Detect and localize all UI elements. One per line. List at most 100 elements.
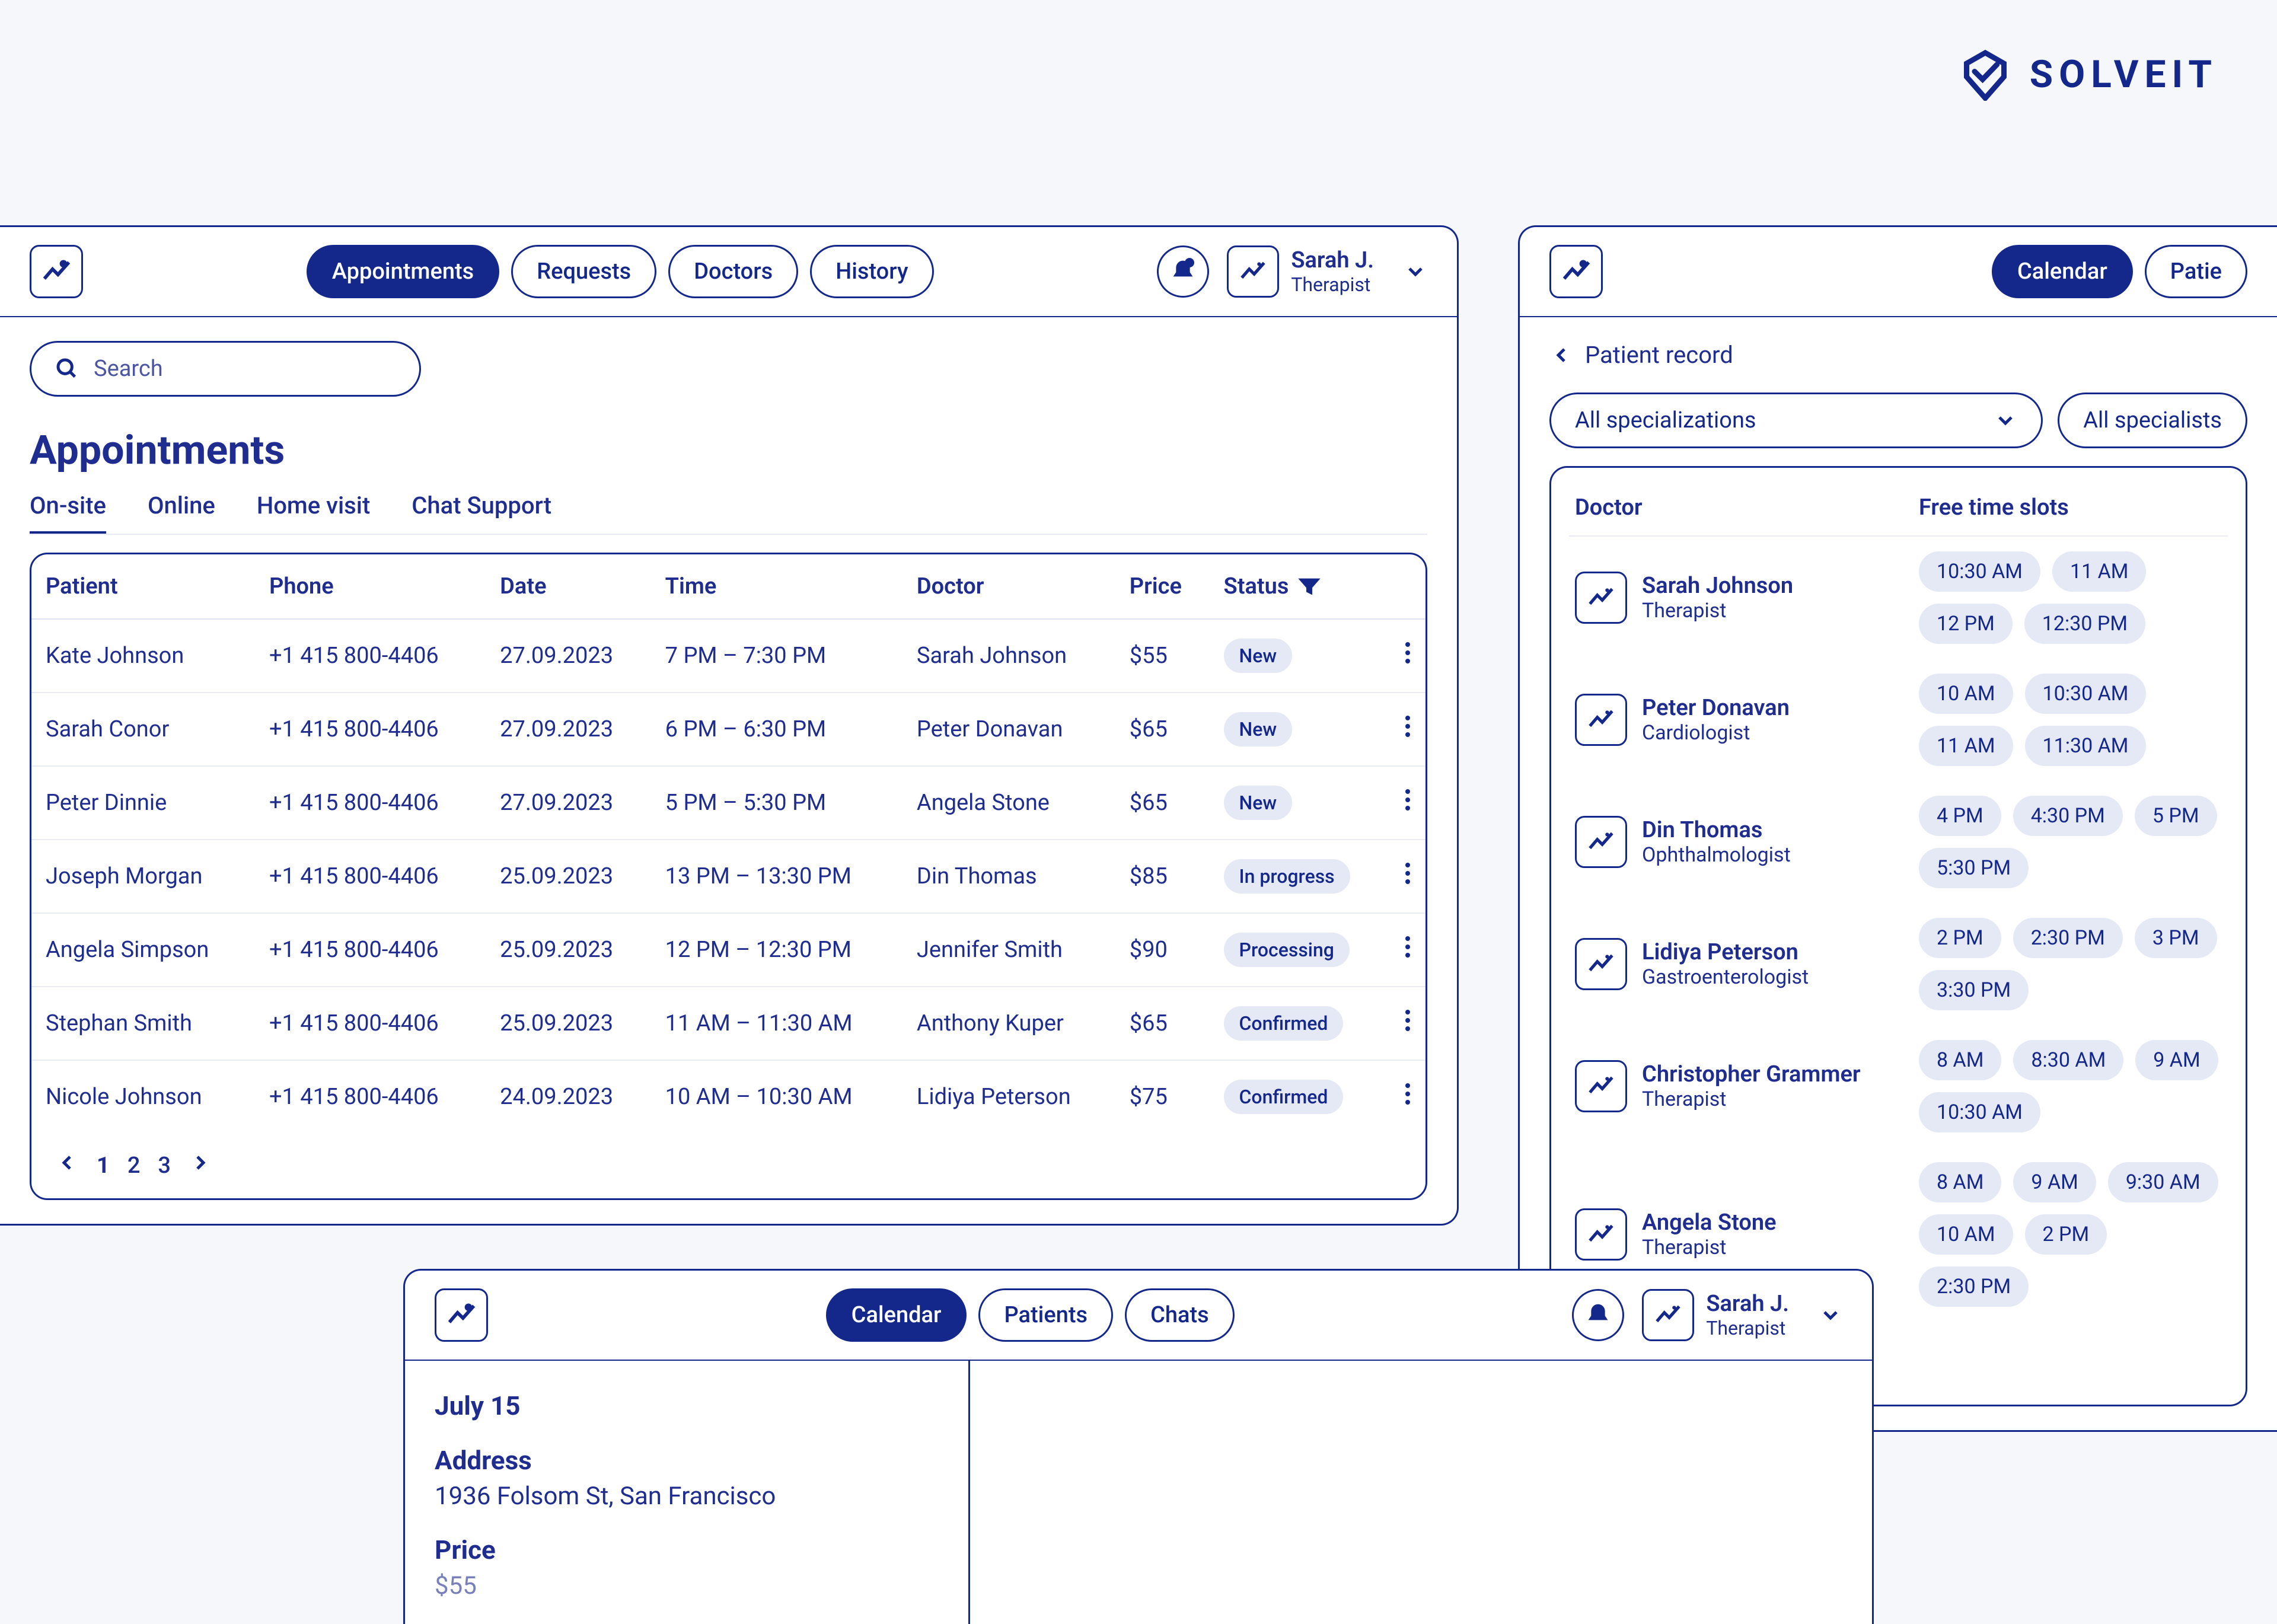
panel-detail: CalendarPatientsChats Sarah J. Therapist… xyxy=(403,1269,1874,1624)
time-slot[interactable]: 11 AM xyxy=(1919,726,2013,766)
table-row[interactable]: Angela Simpson+1 415 800-440625.09.20231… xyxy=(31,913,1425,987)
page-title: Appointments xyxy=(30,426,1427,474)
subtab-on-site[interactable]: On-site xyxy=(30,492,106,534)
cell-phone: +1 415 800-4406 xyxy=(255,913,486,987)
kebab-icon[interactable] xyxy=(1405,862,1411,885)
page-prev[interactable] xyxy=(55,1151,79,1180)
chevron-down-icon xyxy=(1404,260,1427,283)
nav-pill-appointments[interactable]: Appointments xyxy=(307,245,499,298)
table-row[interactable]: Joseph Morgan+1 415 800-440625.09.202313… xyxy=(31,840,1425,913)
time-slot[interactable]: 8 AM xyxy=(1919,1040,2001,1080)
nav-pill-patie[interactable]: Patie xyxy=(2145,245,2247,298)
notifications-button[interactable] xyxy=(1157,245,1209,298)
nav-pill-history[interactable]: History xyxy=(810,245,933,298)
time-slot[interactable]: 8 AM xyxy=(1919,1162,2001,1202)
app-logo[interactable] xyxy=(30,245,83,298)
doctor-name: Sarah Johnson xyxy=(1642,573,1793,599)
breadcrumb[interactable]: Patient record xyxy=(1549,341,2247,369)
cell-price: $90 xyxy=(1115,913,1210,987)
time-slot[interactable]: 4:30 PM xyxy=(2013,796,2123,836)
time-slot[interactable]: 10 AM xyxy=(1919,1214,2013,1255)
time-slot[interactable]: 10:30 AM xyxy=(1919,551,2040,592)
kebab-icon[interactable] xyxy=(1405,1082,1411,1106)
nav-pill-calendar[interactable]: Calendar xyxy=(826,1288,967,1342)
time-slot[interactable]: 9 AM xyxy=(2013,1162,2096,1202)
page-2[interactable]: 2 xyxy=(127,1153,141,1179)
time-slot[interactable]: 5 PM xyxy=(2135,796,2217,836)
time-slot[interactable]: 8:30 AM xyxy=(2013,1040,2123,1080)
bell-icon xyxy=(1586,1303,1610,1327)
topbar-right: CalendarPatie xyxy=(1520,227,2277,317)
table-row[interactable]: Sarah Conor+1 415 800-440627.09.20236 PM… xyxy=(31,693,1425,766)
col-doctor[interactable]: Doctor xyxy=(902,554,1115,619)
table-row[interactable]: Peter Dinnie+1 415 800-440627.09.20235 P… xyxy=(31,766,1425,840)
time-slot[interactable]: 5:30 PM xyxy=(1919,848,2029,888)
time-slot[interactable]: 9 AM xyxy=(2135,1040,2218,1080)
app-logo[interactable] xyxy=(435,1288,488,1342)
page-1[interactable]: 1 xyxy=(97,1153,110,1179)
time-slot[interactable]: 10:30 AM xyxy=(1919,1092,2040,1132)
cell-patient: Peter Dinnie xyxy=(31,766,255,840)
cell-phone: +1 415 800-4406 xyxy=(255,840,486,913)
time-slot[interactable]: 10:30 AM xyxy=(2025,674,2147,714)
chevron-left-icon xyxy=(1549,343,1573,367)
vertical-divider xyxy=(968,1361,970,1624)
kebab-icon[interactable] xyxy=(1405,788,1411,812)
col-status[interactable]: Status xyxy=(1210,554,1390,619)
search-input[interactable]: Search xyxy=(30,341,421,397)
time-slot[interactable]: 11 AM xyxy=(2052,551,2147,592)
time-slot[interactable]: 4 PM xyxy=(1919,796,2001,836)
doctor-row: Peter DonavanCardiologist10 AM10:30 AM11… xyxy=(1569,659,2228,781)
nav-pill-patients[interactable]: Patients xyxy=(978,1288,1113,1342)
subtab-online[interactable]: Online xyxy=(148,492,215,534)
time-slot[interactable]: 3:30 PM xyxy=(1919,970,2029,1010)
col-price[interactable]: Price xyxy=(1115,554,1210,619)
kebab-icon[interactable] xyxy=(1405,935,1411,959)
time-slot[interactable]: 2 PM xyxy=(2025,1214,2107,1255)
filter-specialists[interactable]: All specialists xyxy=(2058,393,2247,448)
page-next[interactable] xyxy=(189,1151,212,1180)
filter-specializations[interactable]: All specializations xyxy=(1549,393,2043,448)
cell-phone: +1 415 800-4406 xyxy=(255,1060,486,1133)
col-date[interactable]: Date xyxy=(486,554,651,619)
time-slot[interactable]: 2:30 PM xyxy=(1919,1266,2029,1307)
cell-doctor: Sarah Johnson xyxy=(902,619,1115,693)
user-menu[interactable]: Sarah J. Therapist xyxy=(1227,245,1427,298)
col-phone[interactable]: Phone xyxy=(255,554,486,619)
time-slot[interactable]: 12:30 PM xyxy=(2024,604,2145,644)
nav-pill-calendar[interactable]: Calendar xyxy=(1992,245,2133,298)
user-name: Sarah J. xyxy=(1291,247,1374,273)
time-slot[interactable]: 11:30 AM xyxy=(2025,726,2147,766)
cell-date: 27.09.2023 xyxy=(486,693,651,766)
user-role: Therapist xyxy=(1706,1317,1789,1339)
table-row[interactable]: Stephan Smith+1 415 800-440625.09.202311… xyxy=(31,987,1425,1060)
user-menu[interactable]: Sarah J. Therapist xyxy=(1642,1289,1842,1341)
table-row[interactable]: Nicole Johnson+1 415 800-440624.09.20231… xyxy=(31,1060,1425,1133)
table-row[interactable]: Kate Johnson+1 415 800-440627.09.20237 P… xyxy=(31,619,1425,693)
cell-price: $55 xyxy=(1115,619,1210,693)
brand-text: SOLVEIT xyxy=(2030,52,2218,97)
subtab-home-visit[interactable]: Home visit xyxy=(257,492,370,534)
cell-time: 13 PM – 13:30 PM xyxy=(651,840,902,913)
app-logo[interactable] xyxy=(1549,245,1603,298)
page-3[interactable]: 3 xyxy=(158,1153,171,1179)
time-slot[interactable]: 10 AM xyxy=(1919,674,2013,714)
time-slot[interactable]: 3 PM xyxy=(2135,918,2217,958)
doctor-spec: Ophthalmologist xyxy=(1642,843,1791,867)
col-patient[interactable]: Patient xyxy=(31,554,255,619)
nav-pill-requests[interactable]: Requests xyxy=(511,245,656,298)
search-placeholder: Search xyxy=(94,356,163,382)
kebab-icon[interactable] xyxy=(1405,714,1411,738)
kebab-icon[interactable] xyxy=(1405,1009,1411,1032)
time-slot[interactable]: 2 PM xyxy=(1919,918,2001,958)
subtab-chat-support[interactable]: Chat Support xyxy=(412,492,551,534)
col-time[interactable]: Time xyxy=(651,554,902,619)
kebab-icon[interactable] xyxy=(1405,641,1411,665)
time-slot[interactable]: 9:30 AM xyxy=(2108,1162,2218,1202)
cell-doctor: Angela Stone xyxy=(902,766,1115,840)
nav-pill-doctors[interactable]: Doctors xyxy=(668,245,798,298)
nav-pill-chats[interactable]: Chats xyxy=(1125,1288,1235,1342)
notifications-button[interactable] xyxy=(1572,1289,1624,1341)
time-slot[interactable]: 12 PM xyxy=(1919,604,2013,644)
time-slot[interactable]: 2:30 PM xyxy=(2013,918,2123,958)
